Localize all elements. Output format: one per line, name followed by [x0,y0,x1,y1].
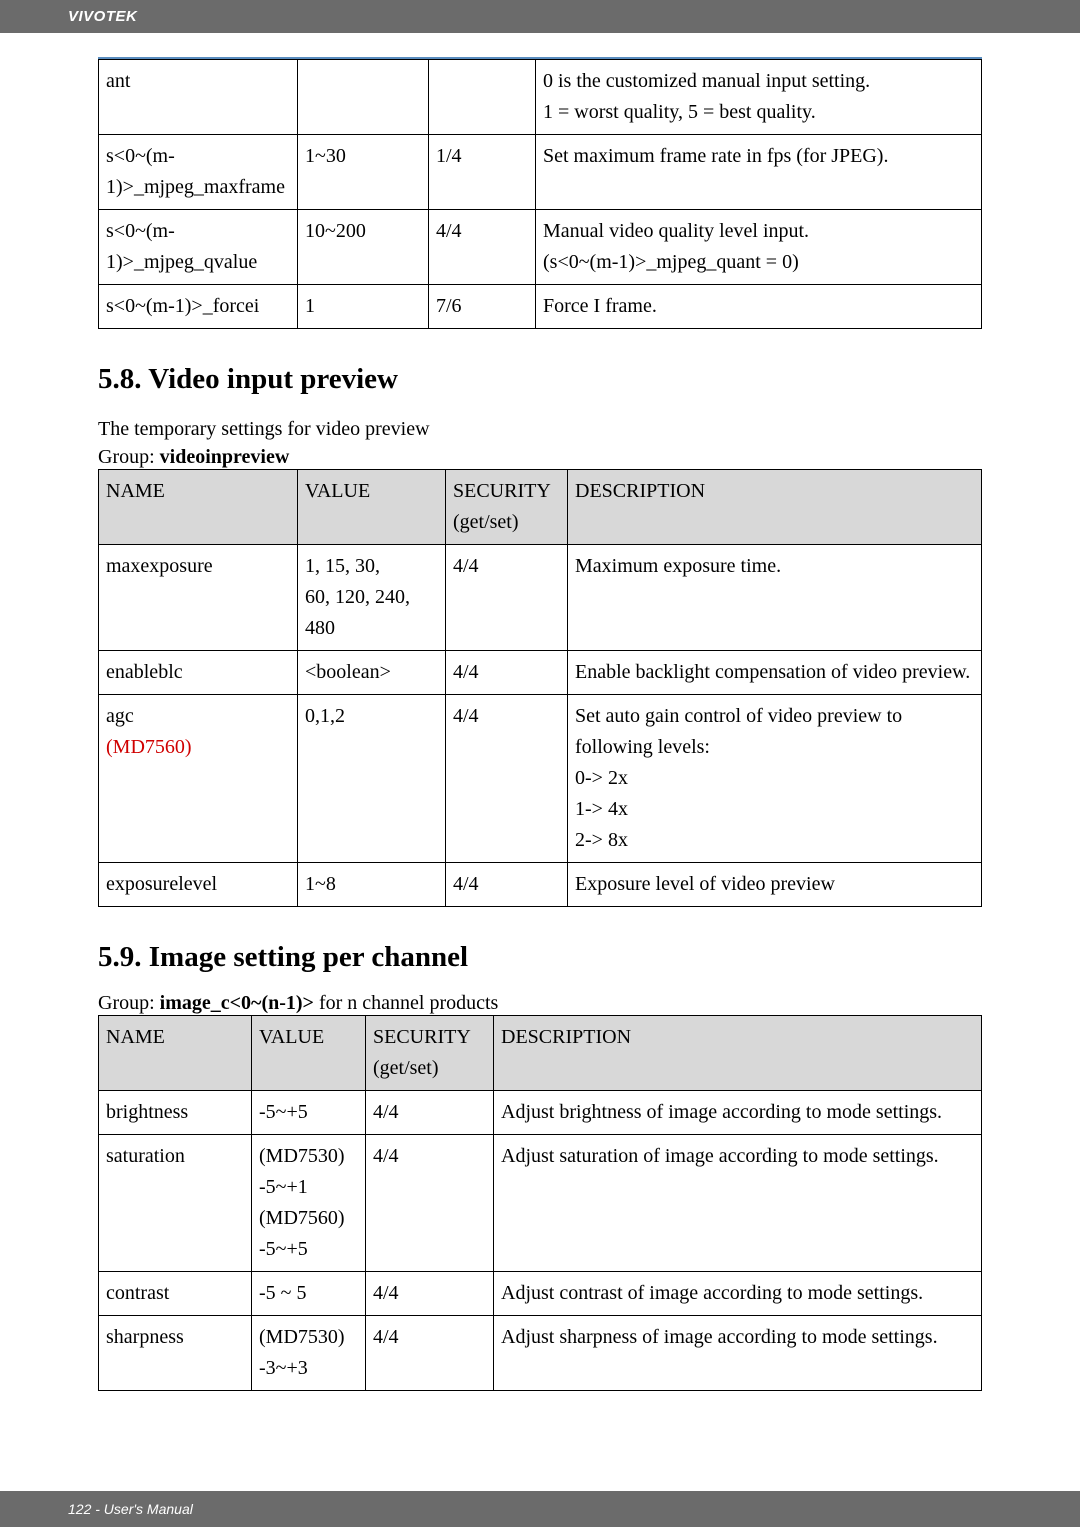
table-row: agc (MD7560) 0,1,2 4/4 Set auto gain con… [99,695,982,863]
table-image-channel: NAME VALUE SECURITY (get/set) DESCRIPTIO… [98,1015,982,1391]
cell-value: 0,1,2 [298,695,446,863]
cell-description: Enable backlight compensation of video p… [568,651,982,695]
cell-value: 1 [298,285,429,329]
cell-name: enableblc [99,651,298,695]
cell-name: contrast [99,1272,252,1316]
table-video-input: ant 0 is the customized manual input set… [98,59,982,329]
header-value: VALUE [298,470,446,545]
table-row: exposurelevel 1~8 4/4 Exposure level of … [99,863,982,907]
cell-description: Adjust sharpness of image according to m… [494,1316,982,1391]
cell-name: saturation [99,1135,252,1272]
cell-description: Manual video quality level input. (s<0~(… [536,210,982,285]
cell-description: Exposure level of video preview [568,863,982,907]
table-row: contrast -5 ~ 5 4/4 Adjust contrast of i… [99,1272,982,1316]
cell-description: Adjust brightness of image according to … [494,1091,982,1135]
cell-description: Set maximum frame rate in fps (for JPEG)… [536,135,982,210]
table-row: saturation (MD7530) -5~+1 (MD7560) -5~+5… [99,1135,982,1272]
cell-description: Adjust saturation of image according to … [494,1135,982,1272]
cell-value: (MD7530) -5~+1 (MD7560) -5~+5 [252,1135,366,1272]
cell-security: 4/4 [366,1135,494,1272]
cell-value: (MD7530) -3~+3 [252,1316,366,1391]
table-header-row: NAME VALUE SECURITY (get/set) DESCRIPTIO… [99,1016,982,1091]
header-security: SECURITY (get/set) [366,1016,494,1091]
cell-name: s<0~(m-1)>_mjpeg_qvalue [99,210,298,285]
cell-security: 7/6 [429,285,536,329]
table-header-row: NAME VALUE SECURITY (get/set) DESCRIPTIO… [99,470,982,545]
cell-name: maxexposure [99,545,298,651]
cell-name: s<0~(m-1)>_forcei [99,285,298,329]
table-row: sharpness (MD7530) -3~+3 4/4 Adjust shar… [99,1316,982,1391]
group-name: videoinpreview [160,446,290,468]
cell-security: 4/4 [366,1316,494,1391]
cell-description: Force I frame. [536,285,982,329]
table-row: s<0~(m-1)>_forcei 1 7/6 Force I frame. [99,285,982,329]
group-5-8: Group: videoinpreview [98,446,982,469]
cell-security: 4/4 [366,1272,494,1316]
page-content: ant 0 is the customized manual input set… [0,33,1080,1391]
cell-name: s<0~(m-1)>_mjpeg_maxframe [99,135,298,210]
table-row: enableblc <boolean> 4/4 Enable backlight… [99,651,982,695]
cell-value: -5 ~ 5 [252,1272,366,1316]
cell-value: -5~+5 [252,1091,366,1135]
cell-name: sharpness [99,1316,252,1391]
cell-value: 1~8 [298,863,446,907]
cell-security: 4/4 [446,695,568,863]
group-label: Group: [98,446,160,468]
cell-description: Maximum exposure time. [568,545,982,651]
cell-security: 4/4 [366,1091,494,1135]
header-name: NAME [99,1016,252,1091]
cell-value: <boolean> [298,651,446,695]
cell-name: ant [99,60,298,135]
name-part-model: (MD7560) [106,736,192,758]
header-bar: VIVOTEK [0,0,1080,33]
header-name: NAME [99,470,298,545]
group-label: Group: [98,992,160,1014]
table-row: maxexposure 1, 15, 30, 60, 120, 240, 480… [99,545,982,651]
heading-5-8: 5.8. Video input preview [98,363,982,396]
cell-name: agc (MD7560) [99,695,298,863]
cell-security: 4/4 [446,651,568,695]
heading-5-9: 5.9. Image setting per channel [98,941,982,974]
cell-value: 10~200 [298,210,429,285]
cell-security: 4/4 [446,863,568,907]
footer-bar: 122 - User's Manual [0,1491,1080,1527]
cell-description: 0 is the customized manual input setting… [536,60,982,135]
cell-name: exposurelevel [99,863,298,907]
cell-description: Set auto gain control of video preview t… [568,695,982,863]
group-5-9: Group: image_c<0~(n-1)> for n channel pr… [98,992,982,1015]
cell-value: 1~30 [298,135,429,210]
header-description: DESCRIPTION [568,470,982,545]
page-footer-text: 122 - User's Manual [68,1501,193,1517]
table-videoinpreview: NAME VALUE SECURITY (get/set) DESCRIPTIO… [98,469,982,907]
table-row: ant 0 is the customized manual input set… [99,60,982,135]
cell-security [429,60,536,135]
header-value: VALUE [252,1016,366,1091]
table-row: s<0~(m-1)>_mjpeg_qvalue 10~200 4/4 Manua… [99,210,982,285]
cell-value: 1, 15, 30, 60, 120, 240, 480 [298,545,446,651]
group-name: image_c<0~(n-1)> [160,992,314,1014]
cell-security: 4/4 [446,545,568,651]
cell-value [298,60,429,135]
name-part: agc [106,705,134,727]
cell-security: 1/4 [429,135,536,210]
cell-security: 4/4 [429,210,536,285]
cell-description: Adjust contrast of image according to mo… [494,1272,982,1316]
header-security: SECURITY (get/set) [446,470,568,545]
group-suffix: for n channel products [314,992,498,1014]
header-description: DESCRIPTION [494,1016,982,1091]
cell-name: brightness [99,1091,252,1135]
intro-5-8: The temporary settings for video preview [98,414,982,444]
brand-label: VIVOTEK [68,8,137,25]
table-row: s<0~(m-1)>_mjpeg_maxframe 1~30 1/4 Set m… [99,135,982,210]
table-row: brightness -5~+5 4/4 Adjust brightness o… [99,1091,982,1135]
